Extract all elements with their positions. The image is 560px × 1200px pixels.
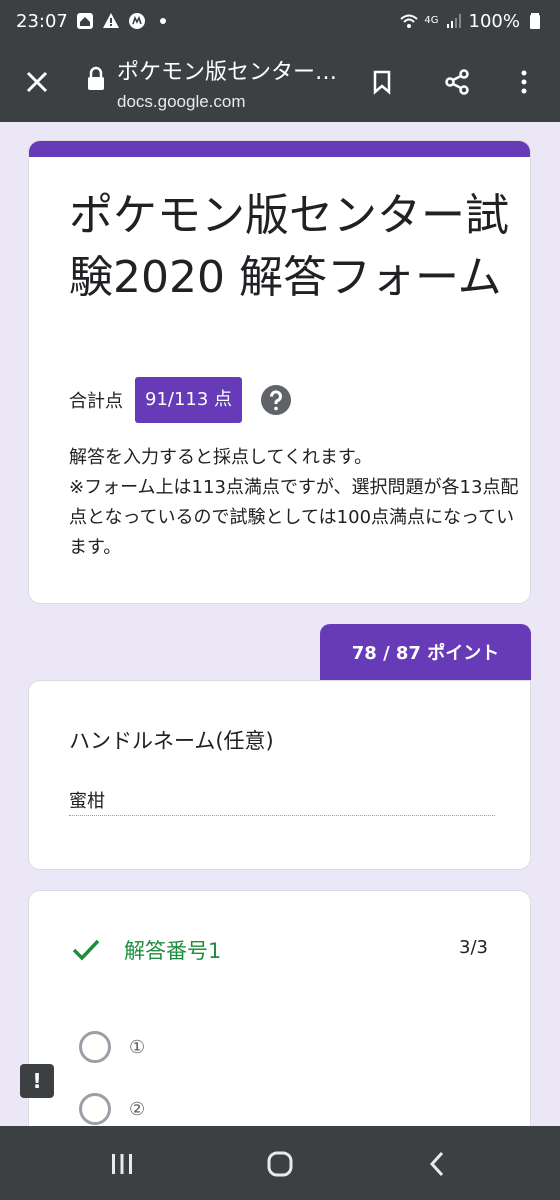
form-description: 解答を入力すると採点してくれます。 ※フォーム上は113点満点ですが、選択問題が…	[69, 447, 519, 558]
warning-notification-icon	[102, 12, 120, 30]
status-time: 23:07	[16, 10, 68, 32]
tab-page-title: ポケモン版センター試験2020 解答フォーム	[117, 60, 347, 85]
radio-circle[interactable]	[79, 1093, 111, 1125]
status-right: 4G 100%	[400, 11, 544, 32]
back-button[interactable]	[418, 1144, 458, 1184]
recents-icon	[112, 1154, 132, 1174]
bookmark-icon	[373, 70, 391, 95]
question-title: ハンドルネーム(任意)	[69, 729, 274, 753]
share-button[interactable]	[435, 60, 479, 104]
answer-underline	[69, 815, 495, 816]
status-bar: 23:07 4G 100%	[0, 0, 560, 42]
url-text: docs.google.com	[117, 92, 246, 111]
feedback-exclamation-icon: !	[32, 1069, 42, 1093]
share-icon	[445, 69, 469, 95]
question-title: 解答番号1	[124, 939, 222, 963]
total-score-badge: 91/113 点	[135, 377, 243, 423]
home-icon	[267, 1151, 293, 1177]
header-accent-bar	[29, 141, 530, 157]
lock-icon[interactable]	[86, 66, 106, 92]
option-label: ①	[129, 1036, 146, 1058]
report-feedback-button[interactable]: !	[20, 1064, 54, 1098]
app-notification-icon	[128, 12, 146, 30]
close-button[interactable]	[15, 60, 59, 104]
close-icon	[26, 71, 48, 93]
address-bar[interactable]: ポケモン版センター試験2020 解答フォーム docs.google.com	[117, 54, 347, 112]
wifi-icon	[400, 12, 419, 30]
question-score: 3/3	[459, 937, 488, 958]
option-label: ②	[129, 1098, 146, 1120]
total-score-label: 合計点	[69, 391, 123, 412]
signal-icon	[445, 12, 463, 30]
network-type: 4G	[424, 15, 439, 26]
battery-icon	[526, 12, 544, 30]
help-icon[interactable]	[260, 384, 292, 416]
recent-apps-button[interactable]	[102, 1144, 142, 1184]
back-chevron-icon	[429, 1151, 444, 1177]
bookmark-button[interactable]	[360, 60, 404, 104]
home-button[interactable]	[260, 1144, 300, 1184]
answer-value: 蜜柑	[69, 791, 105, 812]
system-navigation-bar	[0, 1126, 560, 1200]
more-notifications-dot-icon	[154, 12, 172, 30]
question-card-handle-name: ハンドルネーム(任意) 蜜柑	[28, 680, 531, 870]
home-notification-icon	[76, 12, 94, 30]
radio-option-2[interactable]: ②	[79, 1093, 145, 1125]
total-score-row: 合計点 91/113 点	[69, 377, 292, 423]
form-title: ポケモン版センター試験2020 解答フォーム	[69, 190, 509, 303]
status-left: 23:07	[16, 11, 172, 32]
radio-option-1[interactable]: ①	[79, 1031, 145, 1063]
correct-check-icon	[71, 935, 101, 965]
question-card-answer-1: 解答番号1 3/3 ① ②	[28, 890, 531, 1150]
browser-toolbar: ポケモン版センター試験2020 解答フォーム docs.google.com	[0, 42, 560, 122]
battery-percent: 100%	[468, 10, 520, 32]
radio-circle[interactable]	[79, 1031, 111, 1063]
section-points-badge: 78 / 87 ポイント	[320, 624, 531, 680]
form-header-card: ポケモン版センター試験2020 解答フォーム 合計点 91/113 点 解答を入…	[28, 140, 531, 604]
more-options-button[interactable]	[502, 60, 546, 104]
more-vertical-icon	[521, 70, 527, 94]
